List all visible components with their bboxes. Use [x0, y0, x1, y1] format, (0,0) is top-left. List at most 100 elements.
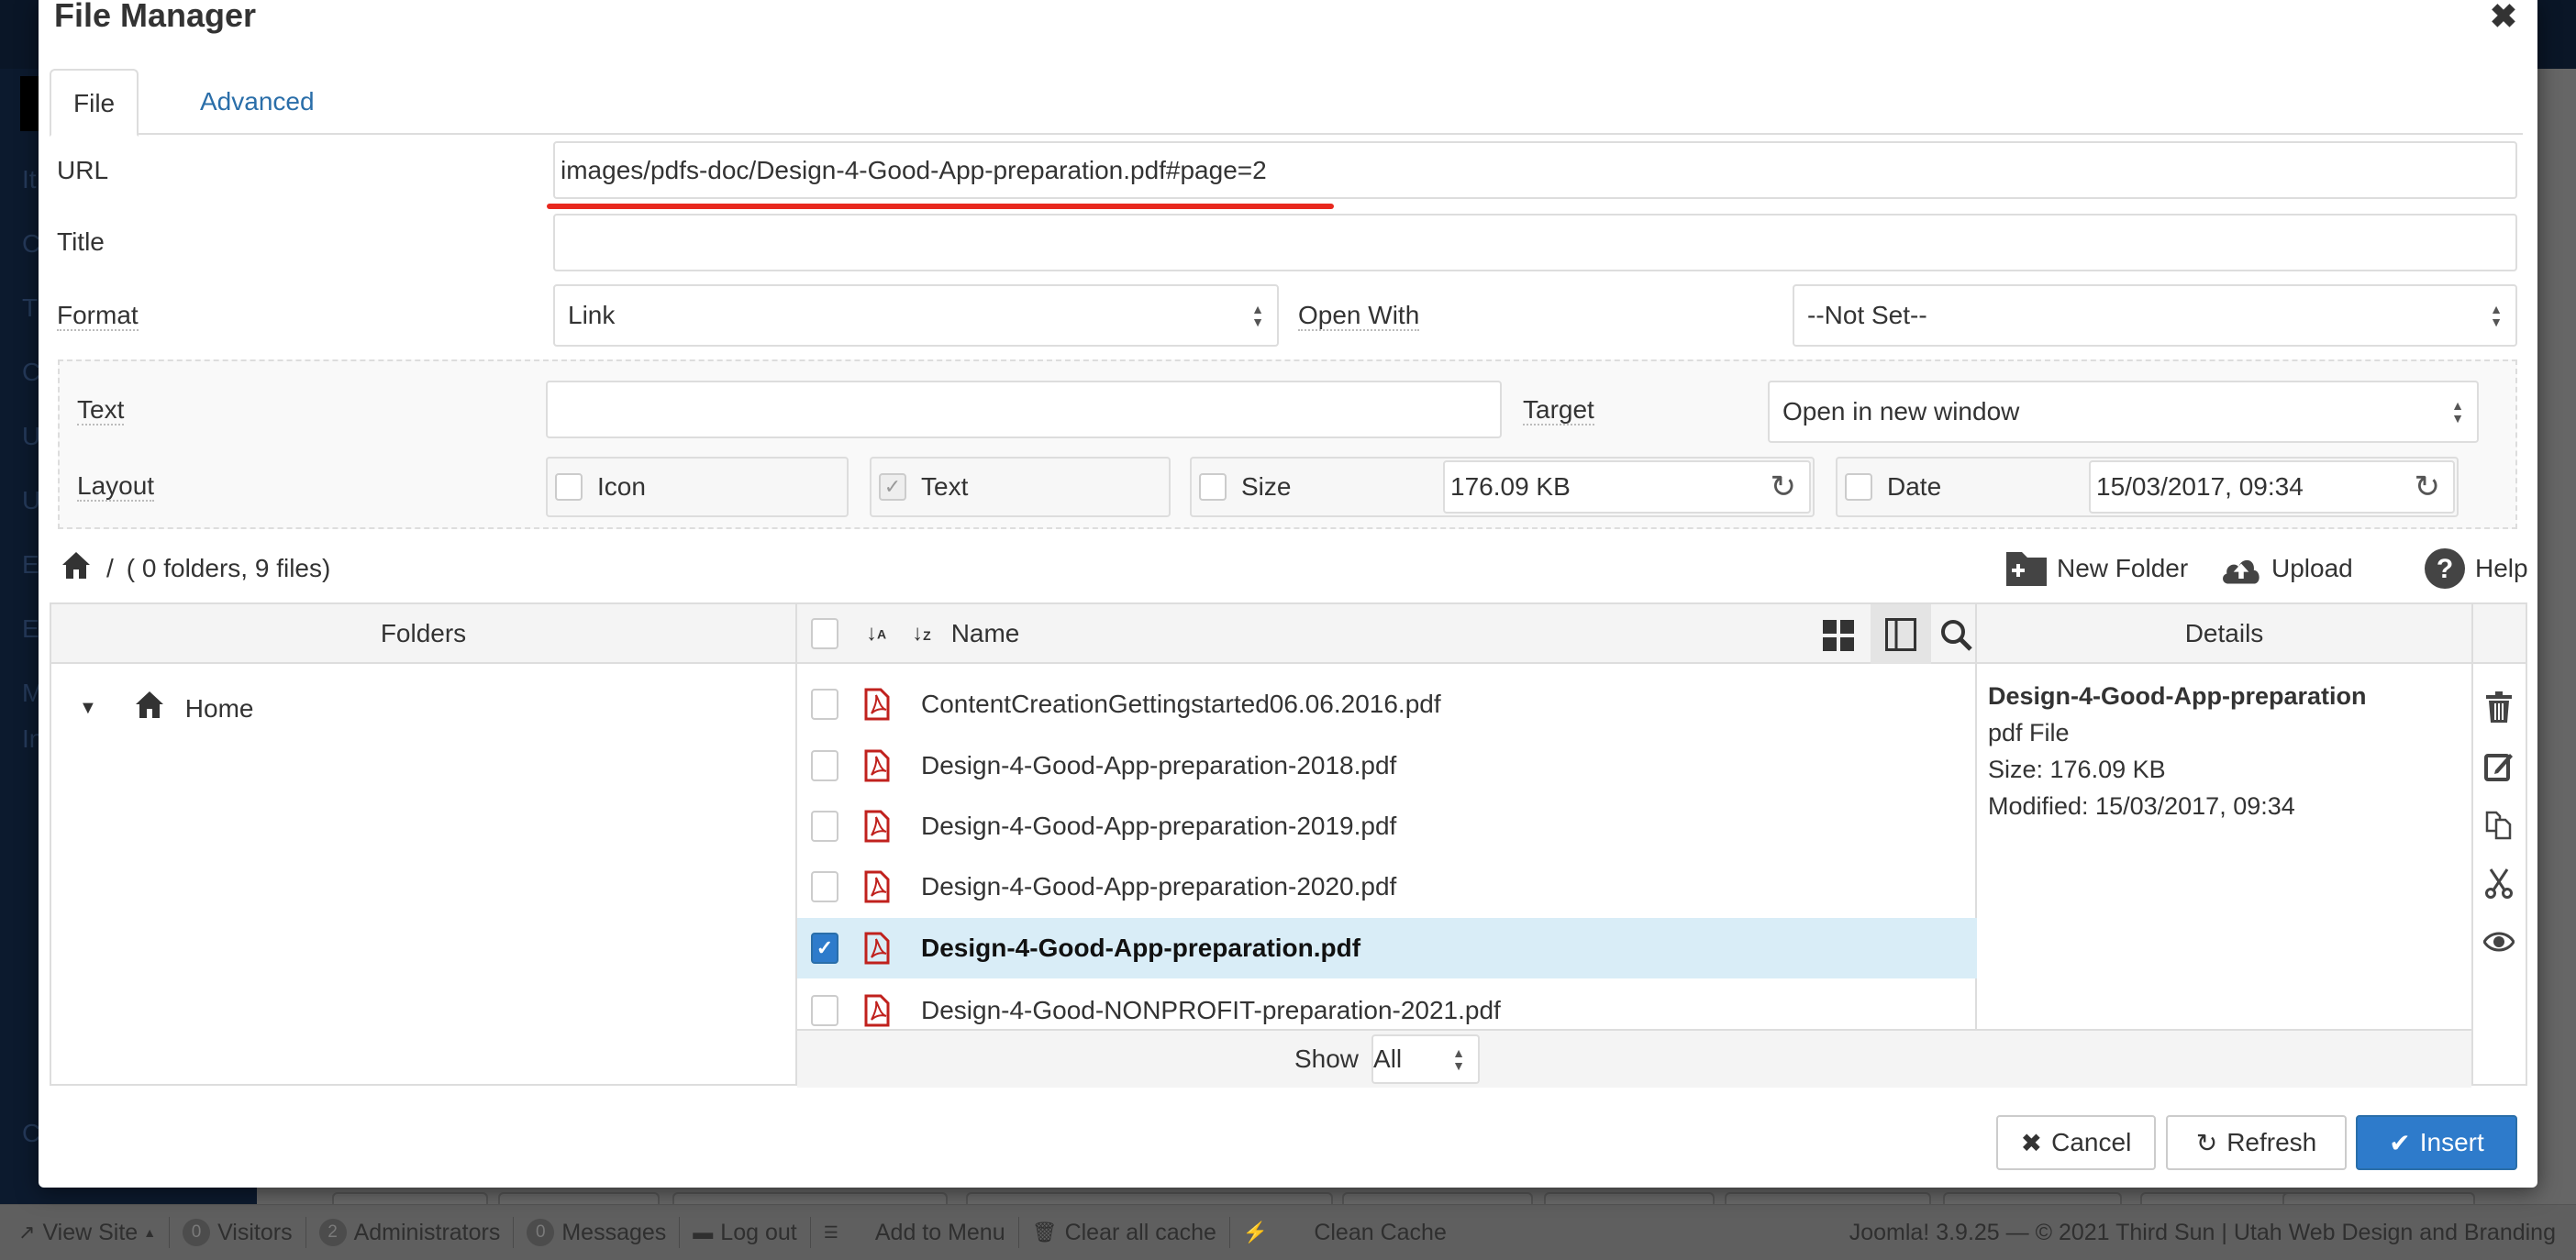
copy-icon[interactable]	[2473, 795, 2525, 854]
text-label: Text	[77, 395, 125, 426]
refresh-icon[interactable]: ↻	[1771, 469, 1797, 505]
file-checkbox[interactable]	[811, 750, 838, 781]
layout-label: Layout	[77, 471, 155, 502]
details-name: Design-4-Good-App-preparation	[1988, 682, 2367, 710]
grid-view-icon[interactable]	[1823, 620, 1854, 658]
layout-size-checkbox[interactable]	[1199, 473, 1227, 501]
show-select[interactable]: All ▲ ▼	[1371, 1034, 1481, 1084]
home-icon	[134, 689, 165, 728]
trash-icon[interactable]	[2473, 678, 2525, 736]
layout-text-checkbox[interactable]: ✓	[879, 473, 906, 501]
sidebar-item: E	[22, 614, 39, 643]
file-row[interactable]: Design-4-Good-App-preparation-2019.pdf	[797, 796, 1977, 857]
link-options-fieldset: Text Target Open in new window ▲ ▼ Layout…	[58, 359, 2517, 529]
refresh-button[interactable]: ↻ Refresh	[2166, 1115, 2347, 1170]
size-input[interactable]: 176.09 KB ↻	[1443, 460, 1811, 514]
select-all-checkbox[interactable]	[811, 617, 838, 649]
file-row-selected[interactable]: ✓ Design-4-Good-App-preparation.pdf	[797, 918, 1977, 978]
visitors-link[interactable]: 0 Visitors	[170, 1217, 305, 1248]
target-select[interactable]: Open in new window ▲ ▼	[1768, 381, 2479, 443]
refresh-icon[interactable]: ↻	[2415, 469, 2441, 505]
list-footer: Show All ▲ ▼	[797, 1029, 1977, 1088]
select-arrows-icon: ▲ ▼	[2451, 398, 2464, 426]
format-select[interactable]: Link ▲ ▼	[553, 284, 1279, 347]
file-checkbox[interactable]	[811, 995, 838, 1026]
new-folder-label: New Folder	[2057, 554, 2189, 582]
open-with-select[interactable]: --Not Set-- ▲ ▼	[1793, 284, 2517, 347]
date-input[interactable]: 15/03/2017, 09:34 ↻	[2089, 460, 2455, 514]
text-label-text: Text	[77, 395, 125, 426]
name-header[interactable]: Name	[951, 619, 1020, 648]
pdf-file-icon	[864, 932, 890, 965]
file-checkbox[interactable]	[811, 689, 838, 720]
actions-header	[2473, 604, 2526, 664]
title-label: Title	[57, 227, 105, 256]
layout-icon-checkbox[interactable]	[555, 473, 583, 501]
cut-icon[interactable]	[2473, 854, 2525, 912]
text-input[interactable]	[546, 381, 1502, 438]
file-list: ContentCreationGettingstarted06.06.2016.…	[797, 666, 1977, 1029]
details-modified: Modified: 15/03/2017, 09:34	[1988, 792, 2295, 820]
format-selected: Link	[568, 301, 616, 329]
details-header-label: Details	[2184, 618, 2264, 647]
logout-label: Log out	[720, 1219, 797, 1245]
clean-cache-link[interactable]: ⚡ Clean Cache	[1230, 1217, 1460, 1248]
file-name: Design-4-Good-App-preparation.pdf	[921, 934, 1361, 962]
format-label: Format	[57, 301, 139, 331]
layout-size-label: Size	[1241, 472, 1292, 501]
layout-size-option: Size 176.09 KB ↻	[1190, 457, 1815, 517]
preview-icon[interactable]	[2473, 912, 2525, 971]
new-folder-button[interactable]: New Folder	[2005, 545, 2188, 592]
file-browser-panel: Folders ↓A ↓Z Name Details ▼ Home Conten…	[50, 602, 2527, 1088]
upload-label: Upload	[2271, 554, 2353, 582]
file-row[interactable]: ContentCreationGettingstarted06.06.2016.…	[797, 674, 1977, 735]
file-checkbox[interactable]	[811, 871, 838, 902]
add-to-menu-link[interactable]: ☰ Add to Menu	[811, 1217, 1018, 1248]
columns-view-icon[interactable]	[1871, 604, 1931, 664]
file-row[interactable]: Design-4-Good-App-preparation-2020.pdf	[797, 857, 1977, 917]
layout-date-checkbox[interactable]	[1845, 473, 1872, 501]
cancel-button[interactable]: ✖ Cancel	[1996, 1115, 2156, 1170]
file-row[interactable]: Design-4-Good-App-preparation-2018.pdf	[797, 735, 1977, 796]
target-label-text: Target	[1523, 395, 1594, 426]
file-row[interactable]: Design-4-Good-NONPROFIT-preparation-2021…	[797, 980, 1977, 1029]
help-button[interactable]: ? Help	[2424, 545, 2528, 592]
details-footer	[1977, 1029, 2471, 1088]
folder-tree-item-home[interactable]: ▼ Home	[79, 689, 254, 728]
administrators-badge: 2	[318, 1219, 347, 1246]
show-selected: All	[1373, 1044, 1403, 1073]
show-label: Show	[1294, 1044, 1360, 1073]
search-icon[interactable]	[1940, 619, 1973, 658]
open-with-selected: --Not Set--	[1807, 301, 1927, 329]
insert-button[interactable]: ✔ Insert	[2356, 1115, 2517, 1170]
home-icon[interactable]	[61, 549, 92, 589]
folder-summary: ( 0 folders, 9 files)	[126, 554, 331, 582]
tab-file[interactable]: File	[50, 69, 139, 137]
file-checkbox-checked[interactable]: ✓	[811, 933, 838, 964]
help-label: Help	[2475, 554, 2528, 582]
caret-down-icon[interactable]: ▼	[79, 698, 97, 719]
edit-icon[interactable]	[2473, 736, 2525, 795]
messages-link[interactable]: 0 Messages	[514, 1217, 679, 1248]
file-checkbox[interactable]	[811, 811, 838, 842]
tab-advanced[interactable]: Advanced	[178, 69, 337, 137]
pdf-file-icon	[864, 994, 890, 1027]
url-input[interactable]: images/pdfs-doc/Design-4-Good-App-prepar…	[553, 141, 2517, 199]
sort-az-icon[interactable]: ↓A	[866, 621, 886, 647]
admin-statusbar: ↗ View Site ▲ 0 Visitors 2 Administrator…	[0, 1204, 2576, 1260]
close-icon[interactable]: ✖	[2490, 0, 2517, 33]
administrators-link[interactable]: 2 Administrators	[306, 1217, 514, 1248]
messages-label: Messages	[561, 1219, 667, 1245]
sort-za-icon[interactable]: ↓Z	[912, 621, 931, 647]
cancel-label: Cancel	[2051, 1128, 2132, 1156]
file-details: Design-4-Good-App-preparation pdf File S…	[1988, 678, 2367, 824]
breadcrumb-path: /	[106, 554, 114, 582]
title-input[interactable]	[553, 214, 2517, 271]
clear-cache-link[interactable]: 🗑 Clear all cache	[1019, 1217, 1229, 1248]
upload-button[interactable]: Upload	[2220, 545, 2353, 592]
view-site-link[interactable]: ↗ View Site ▲	[0, 1217, 169, 1248]
logout-link[interactable]: ▬ Log out	[680, 1217, 809, 1248]
files-header: ↓A ↓Z Name	[797, 604, 1977, 664]
lightning-icon: ⚡	[1242, 1221, 1269, 1243]
breadcrumb: / ( 0 folders, 9 files)	[61, 545, 330, 592]
